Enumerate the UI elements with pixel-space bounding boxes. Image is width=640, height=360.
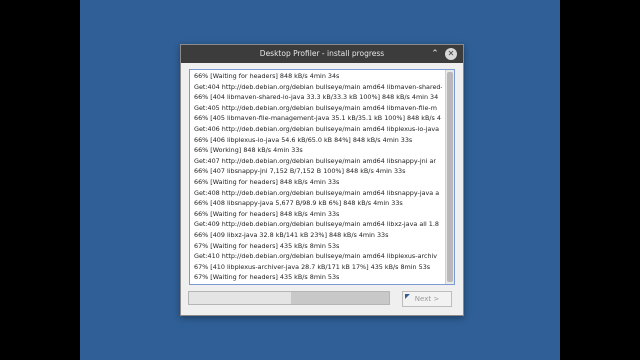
window-title: Desktop Profiler - install progress <box>259 49 385 58</box>
log-text-area[interactable]: 66% [Waiting for headers] 848 kB/s 4min … <box>190 70 442 284</box>
log-line: 66% [407 libsnappy-jni 7,152 B/7,152 B 1… <box>194 167 406 176</box>
log-line: Get:407 http://deb.debian.org/debian bul… <box>194 156 437 165</box>
log-line: Get:405 http://deb.debian.org/debian bul… <box>194 103 437 112</box>
letterbox-right <box>560 0 640 360</box>
log-line: 67% [Waiting for headers] 435 kB/s 8min … <box>194 241 340 250</box>
log-line: Get:406 http://deb.debian.org/debian bul… <box>194 125 440 133</box>
log-line: 66% [Working] 848 kB/s 4min 33s <box>194 146 303 155</box>
focus-corner-icon <box>405 294 410 299</box>
log-line: Get:410 http://deb.debian.org/debian bul… <box>194 252 438 261</box>
install-log[interactable]: 66% [Waiting for headers] 848 kB/s 4min … <box>189 69 455 285</box>
next-button[interactable]: Next > <box>402 291 452 307</box>
log-line: 66% [Waiting for headers] 848 kB/s 4min … <box>194 209 340 218</box>
log-line: 66% [Waiting for headers] 848 kB/s 4min … <box>194 72 340 80</box>
log-line: 66% [406 libplexus-io-java 54.6 kB/65.0 … <box>194 135 413 144</box>
progress-bar-fill <box>189 292 291 304</box>
window-titlebar[interactable]: Desktop Profiler - install progress ⌃ ✕ <box>181 45 463 63</box>
log-line: Get:404 http://deb.debian.org/debian bul… <box>194 82 442 91</box>
install-progress-bar <box>188 291 390 305</box>
log-line: 67% [410 libplexus-archiver-java 28.7 kB… <box>194 262 431 271</box>
letterbox-left <box>0 0 80 360</box>
log-line: 66% [404 libmaven-shared-io-java 33.3 kB… <box>194 93 439 102</box>
log-line: 66% [408 libsnappy-java 5,677 B/98.9 kB … <box>194 199 403 208</box>
log-scrollbar[interactable] <box>445 70 454 284</box>
log-line: 66% [405 libmaven-file-management-java 3… <box>194 114 441 123</box>
log-line: Get:408 http://deb.debian.org/debian bul… <box>194 188 440 197</box>
log-line: 66% [409 libxz-java 32.8 kB/141 kB 23%] … <box>194 231 389 239</box>
chevron-up-icon[interactable]: ⌃ <box>429 48 441 60</box>
log-line: Get:409 http://deb.debian.org/debian bul… <box>194 220 439 229</box>
next-button-label: Next > <box>414 295 440 303</box>
log-line: 66% [Waiting for headers] 848 kB/s 4min … <box>194 178 340 186</box>
install-progress-window: Desktop Profiler - install progress ⌃ ✕ … <box>180 44 464 316</box>
close-icon[interactable]: ✕ <box>445 48 457 60</box>
log-scrollbar-thumb[interactable] <box>447 72 453 282</box>
log-line: 67% [Waiting for headers] 435 kB/s 8min … <box>194 273 340 282</box>
